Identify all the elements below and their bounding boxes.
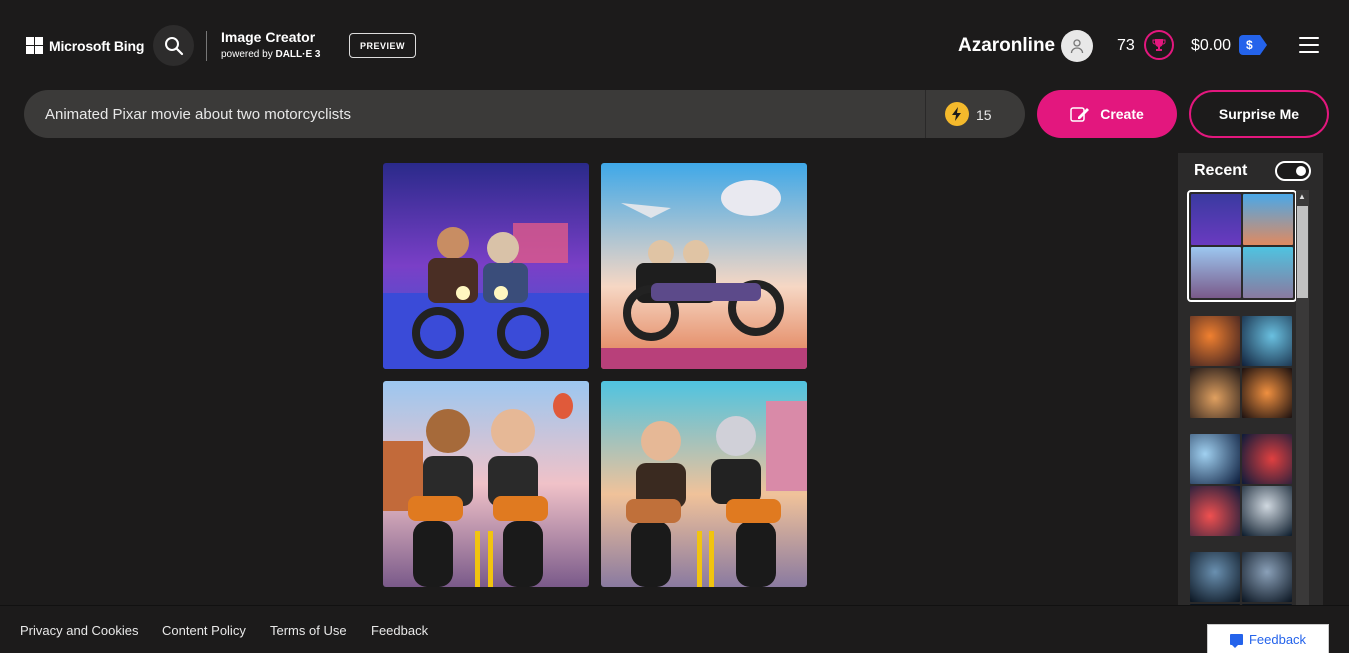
recent-scrollbar[interactable]: ▲ <box>1296 190 1309 605</box>
create-label: Create <box>1100 106 1144 122</box>
feedback-icon <box>1229 633 1243 648</box>
user-icon <box>1070 39 1084 54</box>
feedback-button[interactable]: Feedback <box>1207 624 1329 653</box>
hamburger-line <box>1299 37 1319 39</box>
recent-item-space-battle[interactable] <box>1188 314 1294 420</box>
menu-button[interactable] <box>1299 37 1319 53</box>
footer-link-feedback[interactable]: Feedback <box>371 623 428 638</box>
dollar-badge[interactable]: $ <box>1239 35 1267 55</box>
recent-thumb <box>1242 486 1292 536</box>
generated-image-1[interactable] <box>383 163 589 369</box>
create-button[interactable]: Create <box>1037 90 1177 138</box>
footer: Privacy and Cookies Content Policy Terms… <box>0 605 1349 653</box>
hamburger-line <box>1299 51 1319 53</box>
image-2-art <box>601 163 807 369</box>
prompt-divider <box>925 90 926 138</box>
image-4-art <box>601 381 807 587</box>
brand-title: Image Creator <box>221 29 316 45</box>
brand-subtitle: powered by DALL·E 3 <box>221 49 320 60</box>
search-icon <box>164 36 183 55</box>
recent-item-space-planets[interactable] <box>1188 432 1294 538</box>
recent-title: Recent <box>1194 162 1248 179</box>
trophy-icon <box>1152 39 1166 51</box>
recent-list <box>1187 190 1297 605</box>
image-1-art <box>383 163 589 369</box>
recent-thumb <box>1190 434 1240 484</box>
lightning-icon <box>952 107 961 121</box>
recent-thumb <box>1242 316 1292 366</box>
boost-icon[interactable] <box>945 102 969 126</box>
create-icon <box>1070 107 1090 122</box>
hamburger-line <box>1299 44 1319 46</box>
recent-thumb <box>1191 194 1241 245</box>
recent-thumb <box>1243 194 1293 245</box>
image-creator-page: Microsoft Bing Image Creator powered by … <box>0 0 1349 653</box>
avatar[interactable] <box>1061 30 1093 62</box>
preview-badge: PREVIEW <box>349 33 416 58</box>
balance[interactable]: $0.00 <box>1191 37 1231 55</box>
recent-thumb <box>1190 316 1240 366</box>
recent-thumb <box>1190 552 1240 602</box>
bing-logo[interactable]: Microsoft Bing <box>26 37 144 54</box>
rewards-button[interactable] <box>1144 30 1174 60</box>
footer-link-terms[interactable]: Terms of Use <box>270 623 347 638</box>
generated-image-4[interactable] <box>601 381 807 587</box>
prompt-bar: 15 <box>24 90 1025 138</box>
recent-item-motorcyclists[interactable] <box>1187 190 1297 302</box>
image-3-art <box>383 381 589 587</box>
recent-thumb <box>1242 368 1292 418</box>
footer-link-privacy[interactable]: Privacy and Cookies <box>20 623 139 638</box>
scroll-up-icon[interactable]: ▲ <box>1298 192 1306 201</box>
recent-thumb <box>1242 434 1292 484</box>
recent-thumb <box>1190 368 1240 418</box>
feedback-label: Feedback <box>1248 631 1307 647</box>
recent-thumb <box>1243 247 1293 298</box>
boost-count: 15 <box>976 107 992 123</box>
footer-link-content-policy[interactable]: Content Policy <box>162 623 246 638</box>
surprise-me-button[interactable]: Surprise Me <box>1189 90 1329 138</box>
microsoft-logo-icon <box>26 37 43 54</box>
rewards-count[interactable]: 73 <box>1117 37 1135 55</box>
recent-panel: Recent ▲ <box>1178 153 1323 605</box>
search-button[interactable] <box>153 25 194 66</box>
prompt-input[interactable] <box>45 90 915 138</box>
recent-thumb <box>1190 486 1240 536</box>
generated-image-3[interactable] <box>383 381 589 587</box>
brand-sub-model: DALL·E 3 <box>275 49 321 60</box>
brand-sub-prefix: powered by <box>221 49 273 60</box>
recent-thumb <box>1191 247 1241 298</box>
brand[interactable]: Image Creator powered by DALL·E 3 <box>221 29 320 60</box>
header-divider <box>206 31 207 61</box>
recent-toggle[interactable] <box>1275 161 1311 181</box>
recent-thumb <box>1242 552 1292 602</box>
scroll-thumb[interactable] <box>1297 206 1308 298</box>
logo-text: Microsoft Bing <box>49 37 145 54</box>
user-name[interactable]: Azaronline <box>958 35 1055 57</box>
recent-item-astronauts[interactable] <box>1188 550 1294 605</box>
generated-image-2[interactable] <box>601 163 807 369</box>
